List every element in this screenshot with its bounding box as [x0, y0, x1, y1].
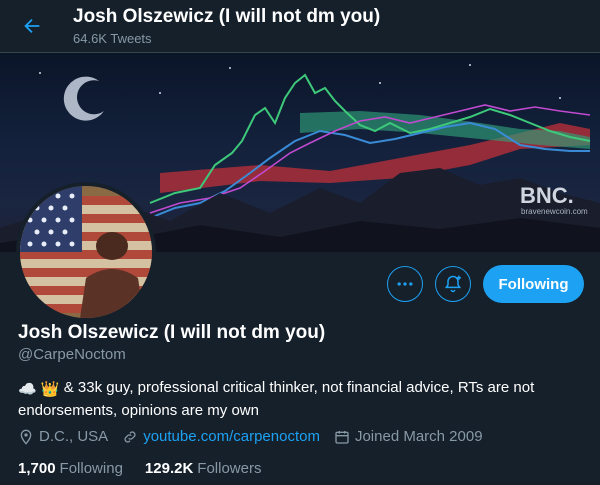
- banner-watermark-sub: bravenewcoin.com: [521, 207, 588, 216]
- more-button[interactable]: [387, 266, 423, 302]
- bell-plus-icon: [444, 275, 462, 293]
- website-item: youtube.com/carpenoctom: [122, 428, 320, 445]
- following-count: 1,700: [18, 460, 56, 477]
- cloud-emoji: ☁️: [18, 381, 37, 398]
- more-icon: [397, 282, 413, 286]
- followers-label: Followers: [197, 460, 262, 477]
- profile-header-bar: Josh Olszewicz (I will not dm you) 64.6K…: [0, 0, 600, 53]
- profile-name: Josh Olszewicz (I will not dm you): [18, 322, 326, 343]
- header-title: Josh Olszewicz (I will not dm you): [73, 6, 381, 27]
- following-stat[interactable]: 1,700 Following: [18, 460, 123, 477]
- followers-stat[interactable]: 129.2K Followers: [145, 460, 262, 477]
- notifications-button[interactable]: [435, 266, 471, 302]
- location-text: D.C., USA: [39, 428, 109, 445]
- following-button[interactable]: Following: [483, 265, 584, 303]
- followers-count: 129.2K: [144, 460, 194, 477]
- location-pin-icon: [20, 429, 32, 445]
- joined-item: Joined March 2009: [334, 428, 483, 445]
- bio-text: & 33k guy, professional critical thinker…: [18, 379, 535, 419]
- tweets-count: 64.6K Tweets: [73, 31, 152, 46]
- banner-watermark: BNC.: [520, 183, 574, 208]
- avatar[interactable]: [20, 186, 152, 318]
- location-item: D.C., USA: [18, 428, 108, 445]
- profile-meta: D.C., USA youtube.com/carpenoctom Joined…: [18, 428, 497, 445]
- crown-emoji: 👑: [40, 381, 60, 398]
- joined-text: Joined March 2009: [354, 428, 483, 445]
- profile-bio: ☁️ 👑 & 33k guy, professional critical th…: [18, 377, 583, 421]
- profile-stats: 1,700 Following 129.2K Followers: [18, 460, 283, 477]
- following-label: Following: [59, 460, 123, 477]
- profile-handle: @CarpeNoctom: [18, 346, 126, 363]
- arrow-left-icon: [24, 18, 40, 34]
- calendar-icon: [335, 430, 349, 444]
- link-icon: [124, 430, 136, 443]
- back-button[interactable]: [14, 8, 50, 44]
- avatar-image: [20, 186, 152, 318]
- website-link[interactable]: youtube.com/carpenoctom: [143, 428, 320, 445]
